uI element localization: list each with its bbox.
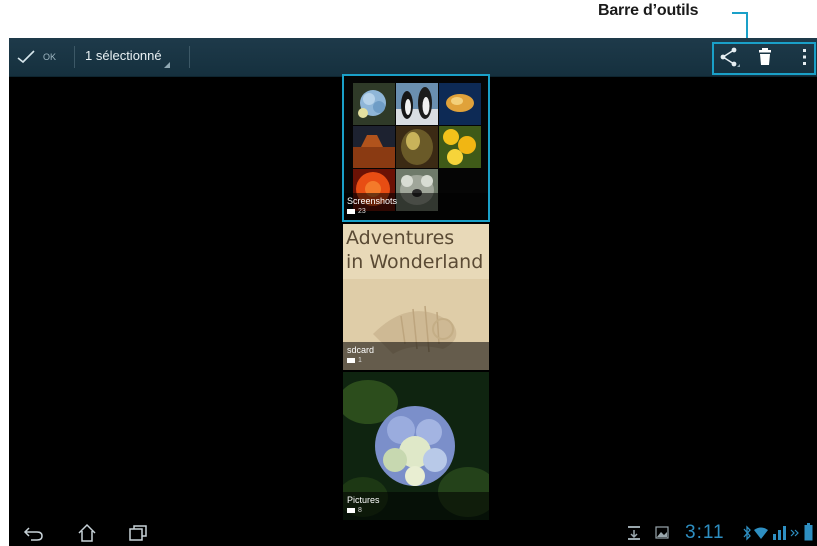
signal-icon	[773, 526, 786, 540]
album-caption: Pictures 8	[343, 492, 489, 520]
wifi-icon	[754, 527, 768, 539]
album-count: 8	[347, 507, 362, 514]
folder-icon	[347, 508, 355, 513]
recent-apps-icon[interactable]	[127, 523, 149, 543]
album-count: 23	[347, 208, 366, 215]
toolbar-divider	[189, 46, 190, 68]
toolbar-callout-box	[712, 42, 816, 75]
album-count-value: 1	[358, 357, 362, 364]
album-name: Pictures	[347, 495, 380, 505]
cover-title-line-1: Adventures	[346, 227, 455, 249]
action-bar: OK 1 sélectionné	[9, 38, 817, 77]
dropdown-corner-icon	[164, 62, 170, 68]
album-name: Screenshots	[347, 196, 398, 206]
album-caption: sdcard 1	[343, 342, 489, 370]
toolbar-divider	[74, 46, 75, 68]
album-caption: Screenshots 23	[343, 193, 489, 221]
album-sdcard[interactable]: Adventures in Wonderland sdcard 1	[343, 224, 489, 370]
callout-label: Barre d’outils	[598, 2, 699, 19]
checkmark-icon	[17, 50, 35, 64]
album-screenshots[interactable]: Screenshots 23	[343, 75, 489, 221]
folder-icon	[347, 209, 355, 214]
album-pictures[interactable]: Pictures 8	[343, 372, 489, 520]
back-icon[interactable]	[23, 524, 45, 542]
home-icon[interactable]	[76, 522, 98, 544]
system-bar: 3:11	[9, 520, 817, 546]
download-notification-icon[interactable]	[627, 525, 641, 541]
cover-title-line-2: in Wonderland	[346, 251, 484, 273]
done-button[interactable]: OK	[17, 44, 56, 70]
gallery-notification-icon[interactable]	[655, 526, 669, 539]
sync-arrows-icon	[790, 529, 799, 537]
selection-dropdown[interactable]: 1 sélectionné	[85, 48, 162, 63]
album-count-value: 23	[358, 208, 366, 215]
folder-icon	[347, 358, 355, 363]
tablet-screen: OK 1 sélectionné Screenshots 23 Adventur…	[9, 38, 817, 546]
album-count: 1	[347, 357, 362, 364]
status-clock[interactable]: 3:11	[685, 522, 725, 544]
done-label: OK	[43, 52, 57, 62]
album-count-value: 8	[358, 507, 362, 514]
album-name: sdcard	[347, 345, 375, 355]
battery-icon	[804, 523, 813, 541]
bluetooth-icon	[743, 525, 751, 541]
